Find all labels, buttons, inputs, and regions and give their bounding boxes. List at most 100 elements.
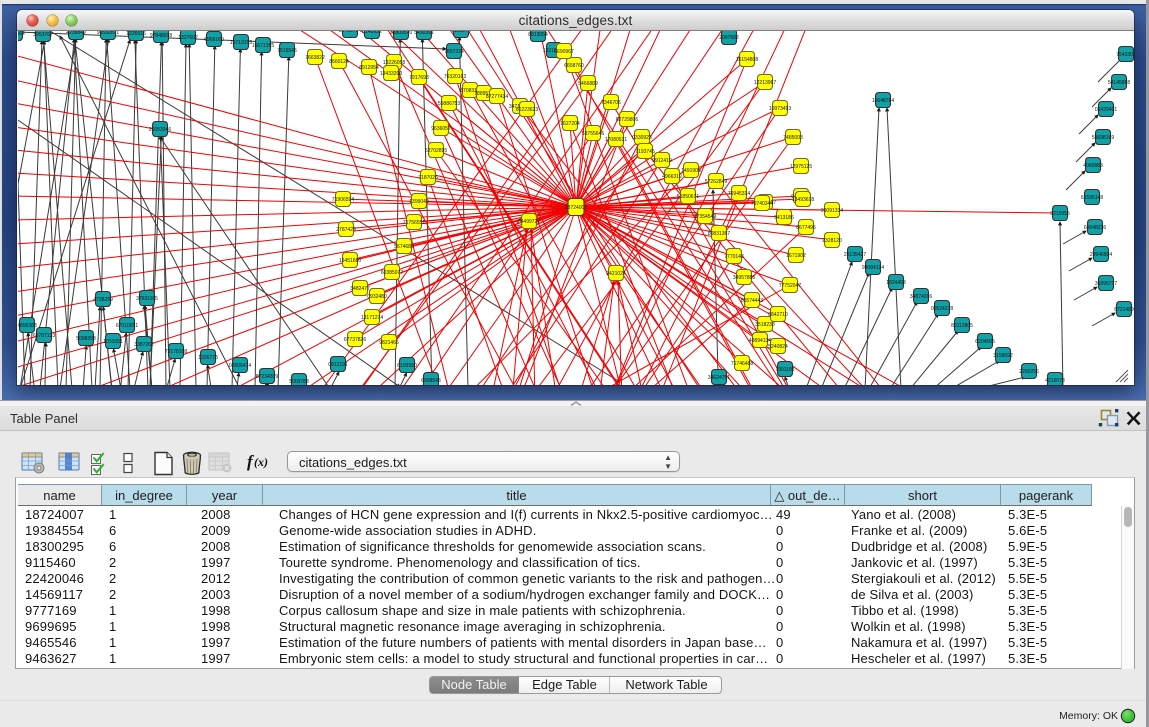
svg-text:4216073: 4216073 (1045, 378, 1065, 384)
svg-text:5430391: 5430391 (414, 31, 434, 36)
svg-text:79740344: 79740344 (751, 201, 773, 207)
svg-text:96532871: 96532871 (97, 31, 119, 36)
svg-text:9912419: 9912419 (652, 158, 672, 164)
svg-text:1627204: 1627204 (560, 121, 580, 127)
svg-text:8912954: 8912954 (359, 65, 379, 71)
svg-text:00524278: 00524278 (931, 306, 953, 312)
svg-text:5030564: 5030564 (18, 31, 25, 37)
svg-text:6193990: 6193990 (397, 363, 417, 369)
svg-text:7857224: 7857224 (444, 49, 464, 55)
svg-text:17080531: 17080531 (605, 137, 627, 143)
svg-text:1326773: 1326773 (198, 355, 218, 361)
svg-text:4896383: 4896383 (18, 323, 37, 329)
svg-text:71746488: 71746488 (731, 361, 753, 367)
svg-text:04499727: 04499727 (518, 219, 540, 225)
svg-text:55698169: 55698169 (1092, 135, 1114, 141)
svg-text:6998543: 6998543 (421, 378, 441, 384)
svg-text:8660124: 8660124 (329, 59, 349, 65)
svg-text:37631165: 37631165 (136, 296, 158, 302)
svg-text:60385977: 60385977 (381, 270, 403, 276)
svg-text:76945314: 76945314 (728, 191, 750, 197)
svg-text:0330923: 0330923 (632, 135, 652, 141)
svg-text:0932480: 0932480 (367, 294, 387, 300)
svg-text:8148932: 8148932 (362, 31, 382, 35)
svg-text:29946804: 29946804 (1090, 252, 1112, 258)
svg-text:87234309: 87234309 (256, 374, 278, 380)
svg-text:26053346: 26053346 (149, 127, 171, 133)
svg-text:3387262: 3387262 (134, 342, 154, 348)
svg-text:25135427: 25135427 (844, 252, 866, 258)
svg-text:10719155: 10719155 (230, 40, 252, 46)
svg-text:1671902: 1671902 (786, 253, 806, 259)
svg-text:9821465: 9821465 (379, 340, 399, 346)
svg-text:2787429: 2787429 (336, 227, 356, 233)
svg-text:67737826: 67737826 (344, 337, 366, 343)
svg-text:5466889: 5466889 (578, 81, 598, 87)
svg-text:67010651: 67010651 (116, 323, 138, 329)
svg-text:2328120: 2328120 (822, 238, 842, 244)
svg-text:81223623: 81223623 (516, 107, 538, 113)
svg-text:3158692: 3158692 (993, 353, 1013, 359)
svg-text:51462704: 51462704 (339, 31, 361, 34)
svg-text:71756551: 71756551 (403, 220, 425, 226)
svg-text:15451680: 15451680 (339, 258, 361, 264)
svg-text:62702895: 62702895 (425, 148, 447, 154)
svg-text:13433200: 13433200 (380, 71, 402, 77)
svg-text:2260256: 2260256 (1019, 369, 1039, 375)
svg-text:28809570: 28809570 (390, 31, 412, 36)
svg-text:2087682: 2087682 (719, 35, 739, 41)
svg-text:02606474: 02606474 (229, 363, 251, 369)
svg-text:7187026: 7187026 (418, 175, 438, 181)
svg-text:5240824: 5240824 (768, 344, 788, 350)
svg-text:6966160: 6966160 (204, 37, 224, 43)
svg-text:1031051: 1031051 (103, 339, 123, 345)
svg-text:3215955: 3215955 (1050, 211, 1070, 217)
svg-text:7543303: 7543303 (1116, 52, 1134, 58)
svg-text:6658760: 6658760 (564, 63, 584, 69)
svg-text:80831367: 80831367 (708, 231, 730, 237)
svg-text:1491905: 1491905 (681, 168, 701, 174)
svg-text:8813054: 8813054 (528, 32, 548, 38)
svg-text:7770143: 7770143 (724, 254, 744, 260)
svg-text:98084124: 98084124 (862, 265, 884, 271)
svg-text:80112805: 80112805 (951, 323, 973, 329)
svg-text:34624751: 34624751 (708, 375, 730, 381)
svg-text:13493618: 13493618 (792, 197, 814, 203)
svg-text:10973493: 10973493 (769, 106, 791, 112)
svg-text:5674680: 5674680 (394, 244, 414, 250)
svg-text:16671355: 16671355 (252, 43, 274, 49)
svg-text:0842710: 0842710 (768, 312, 788, 318)
svg-text:1327602: 1327602 (178, 35, 198, 41)
svg-text:61595148: 61595148 (1081, 195, 1103, 201)
svg-text:13171274: 13171274 (361, 315, 383, 321)
svg-text:3482477: 3482477 (350, 286, 370, 292)
svg-text:9636057: 9636057 (431, 126, 451, 132)
svg-text:99091334: 99091334 (821, 208, 843, 214)
svg-text:65648236: 65648236 (1084, 225, 1106, 231)
svg-text:01429401: 01429401 (1095, 107, 1117, 113)
svg-text:77752047: 77752047 (779, 283, 801, 289)
svg-text:7346706: 7346706 (601, 100, 621, 106)
svg-text:4238849: 4238849 (66, 31, 86, 36)
svg-text:4060883: 4060883 (1083, 163, 1103, 169)
svg-text:7193745: 7193745 (635, 149, 655, 155)
svg-text:7991183: 7991183 (775, 367, 794, 373)
svg-text:7663822: 7663822 (305, 55, 325, 61)
svg-text:55886753: 55886753 (438, 101, 460, 107)
svg-text:3953767: 3953767 (33, 32, 53, 38)
svg-text:7917693: 7917693 (409, 75, 429, 81)
svg-text:0812191: 0812191 (328, 362, 348, 368)
svg-text:73178108: 73178108 (165, 349, 187, 355)
svg-text:76320163: 76320163 (444, 74, 466, 80)
svg-text:12975125: 12975125 (790, 164, 812, 170)
svg-text:65787133: 65787133 (33, 333, 55, 339)
svg-text:12213967: 12213967 (754, 80, 776, 86)
svg-text:54145868: 54145868 (1108, 80, 1130, 86)
svg-text:5098393: 5098393 (76, 336, 96, 342)
svg-text:62729806: 62729806 (616, 117, 638, 123)
svg-text:1399049: 1399049 (409, 199, 429, 205)
svg-text:97848018: 97848018 (150, 33, 172, 39)
svg-text:4966319: 4966319 (662, 174, 682, 180)
svg-text:36995777: 36995777 (1095, 281, 1117, 287)
svg-text:7515546: 7515546 (277, 48, 297, 54)
